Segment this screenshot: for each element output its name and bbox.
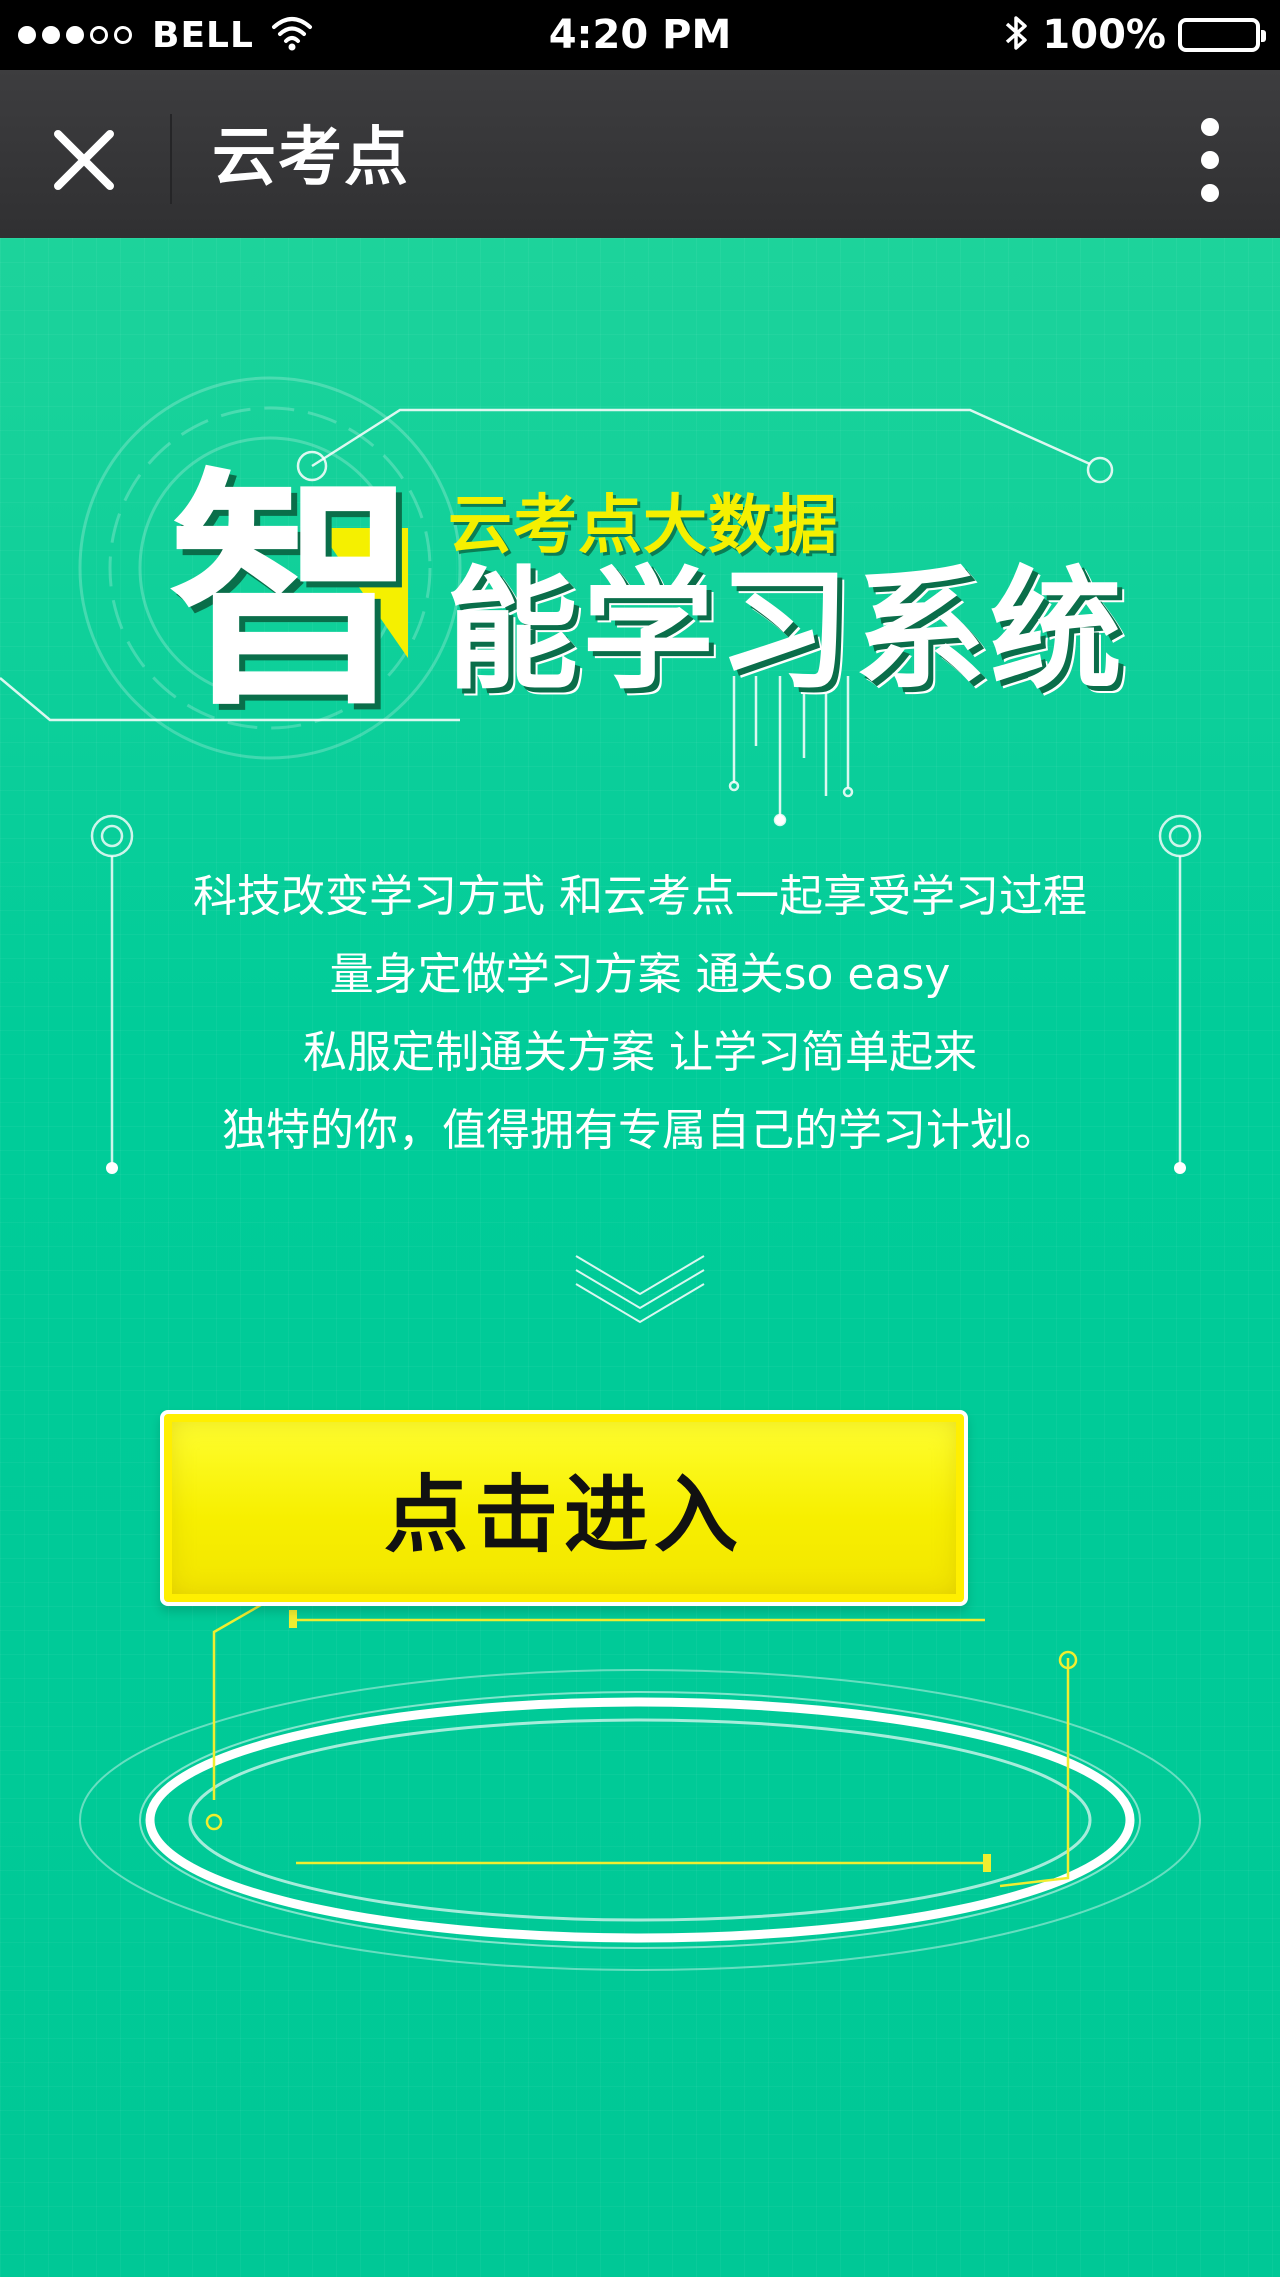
status-bar: BELL 4:20 PM 100% xyxy=(0,0,1280,70)
description: 科技改变学习方式 和云考点一起享受学习过程 量身定做学习方案 通关so easy… xyxy=(0,858,1280,1170)
description-line: 科技改变学习方式 和云考点一起享受学习过程 xyxy=(193,871,1087,922)
nav-bar: 云考点 xyxy=(0,70,1280,238)
more-button[interactable] xyxy=(1190,118,1230,202)
hero-subtitle: 云考点大数据 xyxy=(448,489,838,563)
close-button[interactable] xyxy=(44,120,124,200)
page-title: 云考点 xyxy=(212,121,410,195)
close-icon xyxy=(54,130,114,190)
battery-icon xyxy=(1178,18,1266,52)
more-vertical-icon xyxy=(1201,118,1219,136)
hero-headline: 能学习系统 xyxy=(446,554,1126,708)
status-right: 100% xyxy=(1004,12,1266,58)
big-character: 智 智 xyxy=(168,448,424,745)
battery-percent: 100% xyxy=(1042,12,1166,58)
bluetooth-icon xyxy=(1004,14,1030,56)
description-line: 独特的你，值得拥有专属自己的学习计划。 xyxy=(222,1105,1058,1156)
description-line: 量身定做学习方案 通关so easy xyxy=(329,949,951,1000)
description-line: 私服定制通关方案 让学习简单起来 xyxy=(303,1027,977,1078)
main-content: 智 智 云考点大数据 能学习系统 科技改变学习方式 和云考点一起享受学习过程 量… xyxy=(0,238,1280,2277)
big-char: 智 xyxy=(168,458,418,718)
enter-button-label: 点击进入 xyxy=(383,1465,744,1564)
nav-divider xyxy=(170,114,172,204)
scroll-down-chevron-icon xyxy=(575,1255,705,1324)
enter-button[interactable]: 点击进入 xyxy=(160,1410,968,1606)
